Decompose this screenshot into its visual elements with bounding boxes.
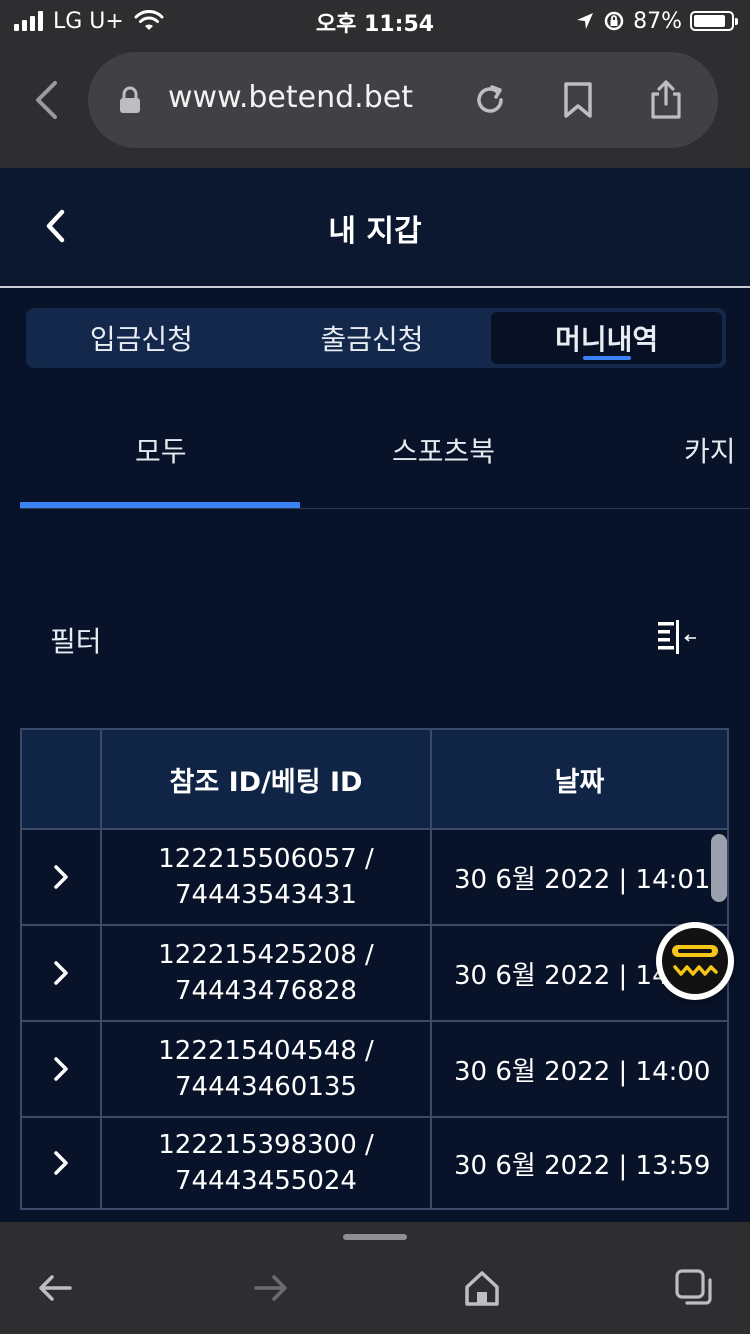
url-text: www.betend.bet	[168, 80, 413, 115]
reference-id: 122215404548 /	[158, 1036, 374, 1066]
browser-toolbar	[0, 1222, 750, 1334]
tabs-icon[interactable]	[674, 1268, 714, 1308]
page-title: 내 지갑	[328, 214, 422, 249]
expand-row-button[interactable]	[22, 830, 102, 924]
date-cell: 30 6월 2022 | 14:01	[454, 864, 711, 895]
battery-icon	[690, 11, 738, 31]
column-header-date: 날짜	[554, 766, 605, 798]
date-cell: 30 6월 2022 | 14:00	[454, 1056, 711, 1087]
subtab-casino[interactable]: 카지	[684, 430, 736, 470]
share-icon[interactable]	[646, 80, 686, 120]
chevron-right-icon	[54, 961, 68, 985]
bet-id: 74443460135	[175, 1072, 357, 1102]
reference-cell: 122215404548 / 74443460135	[102, 1022, 432, 1116]
subtab-sportsbook[interactable]: 스포츠북	[392, 430, 495, 470]
chat-logo-icon	[672, 945, 718, 976]
chevron-left-icon	[36, 81, 57, 119]
location-arrow-icon	[577, 13, 594, 29]
date-cell: 30 6월 2022 | 13:59	[454, 1150, 711, 1181]
bet-id: 74443455024	[175, 1166, 357, 1196]
toolbar-grabber[interactable]	[343, 1234, 407, 1240]
reference-id: 122215398300 /	[158, 1130, 374, 1160]
filter-label[interactable]: 필터	[50, 620, 102, 660]
reference-id: 122215425208 /	[158, 940, 374, 970]
reference-id: 122215506057 /	[158, 844, 374, 874]
table-row[interactable]: 122215398300 / 74443455024 30 6월 2022 | …	[22, 1116, 727, 1208]
reference-cell: 122215506057 / 74443543431	[102, 830, 432, 924]
column-header-reference-id: 참조 ID/베팅 ID	[102, 730, 432, 828]
column-header-expand	[22, 730, 102, 828]
reference-cell: 122215398300 / 74443455024	[102, 1118, 432, 1208]
table-row[interactable]: 122215404548 / 74443460135 30 6월 2022 | …	[22, 1020, 727, 1116]
wallet-segment-control: 입금신청 출금신청 머니내역	[26, 308, 726, 368]
arrow-right-icon[interactable]	[250, 1268, 290, 1308]
chevron-right-icon	[54, 1151, 68, 1175]
transaction-table: 참조 ID/베팅 ID 날짜 122215506057 / 7444354343…	[20, 728, 729, 1210]
filter-toggle-icon[interactable]	[656, 620, 700, 656]
chevron-right-icon	[54, 1057, 68, 1081]
home-icon[interactable]	[462, 1268, 502, 1308]
page-header: 내 지갑	[0, 168, 750, 288]
expand-row-button[interactable]	[22, 1118, 102, 1208]
browser-back-button[interactable]	[26, 78, 66, 122]
lock-icon	[120, 86, 140, 113]
battery-percent: 87%	[633, 8, 682, 34]
table-row[interactable]: 122215425208 / 74443476828 30 6월 2022 | …	[22, 924, 727, 1020]
segment-withdrawal-request[interactable]: 출금신청	[257, 308, 488, 368]
orientation-lock-icon	[604, 11, 624, 31]
table-scrollbar[interactable]	[711, 834, 727, 902]
table-row[interactable]: 122215506057 / 74443543431 30 6월 2022 | …	[22, 828, 727, 924]
expand-row-button[interactable]	[22, 1022, 102, 1116]
browser-chrome: LG U+ 오후 11:54 87% www.betend.bet	[0, 0, 750, 168]
arrow-left-icon[interactable]	[36, 1268, 76, 1308]
chevron-right-icon	[54, 865, 68, 889]
bet-id: 74443543431	[175, 880, 357, 910]
bookmark-icon[interactable]	[558, 80, 598, 120]
history-subtabs: 모두 스포츠북 카지	[20, 410, 750, 509]
address-bar[interactable]: www.betend.bet	[88, 52, 718, 148]
chat-button[interactable]	[656, 922, 734, 1000]
status-bar: LG U+ 오후 11:54 87%	[0, 0, 750, 44]
reload-icon[interactable]	[470, 80, 510, 120]
bet-id: 74443476828	[175, 976, 357, 1006]
expand-row-button[interactable]	[22, 926, 102, 1020]
table-header-row: 참조 ID/베팅 ID 날짜	[22, 730, 727, 828]
reference-cell: 122215425208 / 74443476828	[102, 926, 432, 1020]
active-tab-indicator	[20, 502, 300, 508]
subtab-all[interactable]: 모두	[135, 430, 187, 470]
segment-money-history[interactable]: 머니내역	[491, 312, 723, 364]
segment-deposit-request[interactable]: 입금신청	[26, 308, 257, 368]
